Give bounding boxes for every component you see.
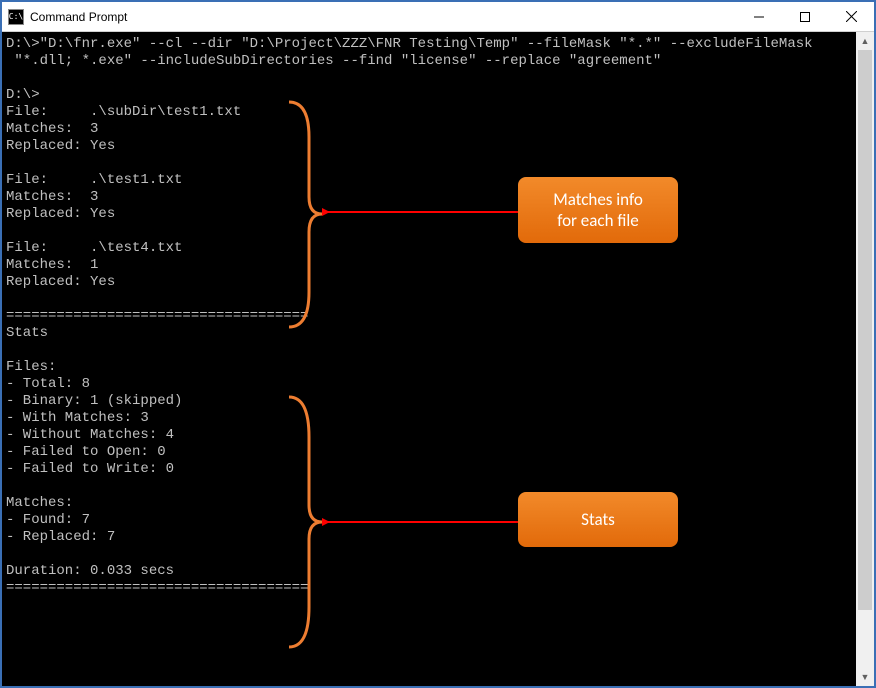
file-entry-1-replaced: Replaced: Yes (6, 206, 115, 222)
stats-files-4: - Failed to Open: 0 (6, 444, 166, 460)
file-entry-2-replaced: Replaced: Yes (6, 274, 115, 290)
stats-files-2: - With Matches: 3 (6, 410, 149, 426)
callout-stats: Stats (518, 492, 678, 547)
duration-line: Duration: 0.033 secs (6, 563, 174, 579)
separator-top: ==================================== (6, 308, 308, 324)
scroll-down-arrow-icon[interactable]: ▼ (856, 668, 874, 686)
file-entry-1-file: File: .\test1.txt (6, 172, 182, 188)
file-entry-0-matches: Matches: 3 (6, 121, 98, 137)
callout-matches-info: Matches info for each file (518, 177, 678, 243)
close-button[interactable] (828, 2, 874, 32)
console-area: D:\>"D:\fnr.exe" --cl --dir "D:\Project\… (2, 32, 874, 686)
cmd-icon: C:\ (8, 9, 24, 25)
cmd-line-1: D:\>"D:\fnr.exe" --cl --dir "D:\Project\… (6, 36, 813, 52)
minimize-button[interactable] (736, 2, 782, 32)
stats-matches-1: - Replaced: 7 (6, 529, 115, 545)
cmd-icon-label: C:\ (9, 13, 23, 21)
stats-files-header: Files: (6, 359, 56, 375)
cmd-line-2: "*.dll; *.exe" --includeSubDirectories -… (6, 53, 661, 69)
stats-files-5: - Failed to Write: 0 (6, 461, 174, 477)
stats-header: Stats (6, 325, 48, 341)
prompt-line: D:\> (6, 87, 40, 103)
console-output[interactable]: D:\>"D:\fnr.exe" --cl --dir "D:\Project\… (2, 32, 856, 686)
maximize-button[interactable] (782, 2, 828, 32)
file-entry-2-matches: Matches: 1 (6, 257, 98, 273)
stats-files-1: - Binary: 1 (skipped) (6, 393, 182, 409)
file-entry-0-replaced: Replaced: Yes (6, 138, 115, 154)
scroll-thumb[interactable] (858, 50, 872, 610)
window-title: Command Prompt (30, 10, 127, 24)
vertical-scrollbar[interactable]: ▲ ▼ (856, 32, 874, 686)
file-entry-1-matches: Matches: 3 (6, 189, 98, 205)
scroll-up-arrow-icon[interactable]: ▲ (856, 32, 874, 50)
separator-bottom: ==================================== (6, 580, 308, 596)
titlebar: C:\ Command Prompt (2, 2, 874, 32)
stats-matches-0: - Found: 7 (6, 512, 90, 528)
file-entry-0-file: File: .\subDir\test1.txt (6, 104, 241, 120)
stats-files-0: - Total: 8 (6, 376, 90, 392)
file-entry-2-file: File: .\test4.txt (6, 240, 182, 256)
stats-matches-header: Matches: (6, 495, 73, 511)
stats-files-3: - Without Matches: 4 (6, 427, 174, 443)
